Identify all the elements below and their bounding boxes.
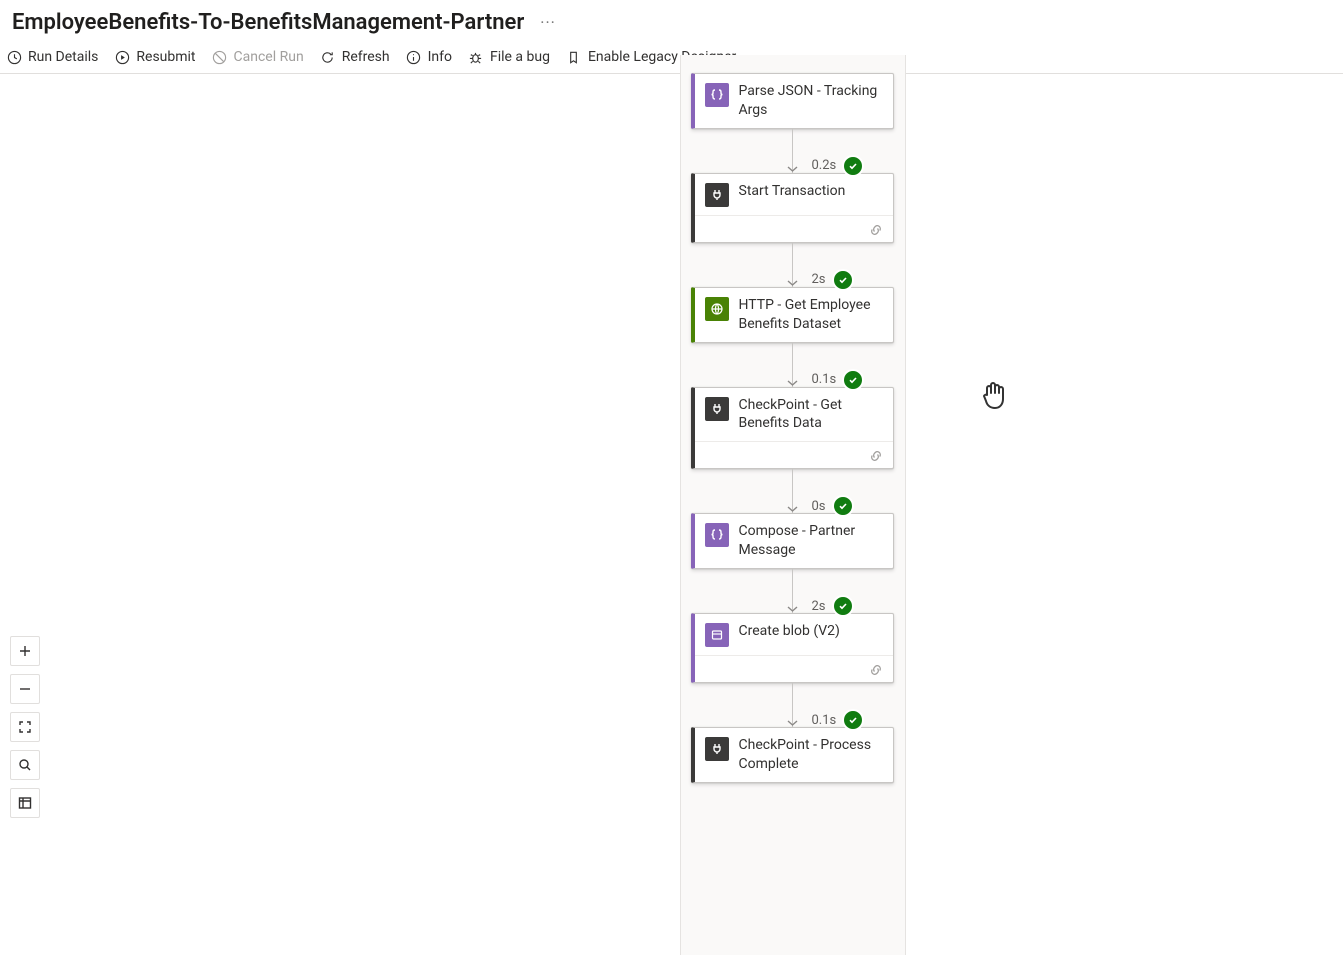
timing-badge: 2s (810, 269, 856, 291)
pan-cursor-icon (975, 375, 1015, 415)
refresh-button[interactable]: Refresh (320, 49, 390, 65)
timing-badge: 0.1s (810, 709, 867, 731)
connector: 2s (792, 569, 793, 613)
node-checkpoint-get[interactable]: CheckPoint - Get Benefits Data (691, 387, 894, 470)
timing-badge: 0s (810, 495, 856, 517)
workflow: Parse JSON - Tracking Args 0.2s Start Tr… (692, 85, 892, 783)
duration-text: 0.1s (812, 713, 837, 728)
braces-icon (705, 523, 729, 547)
toolbar: Run Details Resubmit Cancel Run Refresh (0, 41, 1343, 74)
minimap-button[interactable] (10, 788, 40, 818)
node-create-blob[interactable]: Create blob (V2) (691, 613, 894, 683)
node-http-get[interactable]: HTTP - Get Employee Benefits Dataset (691, 287, 894, 343)
resubmit-button[interactable]: Resubmit (114, 49, 195, 65)
duration-text: 0s (812, 499, 826, 514)
toolbar-label: Resubmit (136, 49, 195, 65)
success-icon (842, 155, 864, 177)
node-start-transaction[interactable]: Start Transaction (691, 173, 894, 243)
link-icon (869, 662, 883, 676)
node-parse-json[interactable]: Parse JSON - Tracking Args (691, 73, 894, 129)
success-icon (842, 709, 864, 731)
toolbar-label: Refresh (342, 49, 390, 65)
node-title: CheckPoint - Process Complete (739, 736, 883, 774)
node-footer (695, 215, 893, 242)
globe-icon (705, 297, 729, 321)
page-title: EmployeeBenefits-To-BenefitsManagement-P… (12, 10, 524, 35)
run-details-button[interactable]: Run Details (6, 49, 98, 65)
arrow-down-icon (787, 163, 798, 174)
node-compose[interactable]: Compose - Partner Message (691, 513, 894, 569)
bug-icon (468, 49, 484, 65)
duration-text: 0.2s (812, 158, 837, 173)
connector: 0.1s (792, 683, 793, 727)
node-title: CheckPoint - Get Benefits Data (739, 396, 883, 434)
plug-icon (705, 183, 729, 207)
toolbar-label: Info (428, 49, 452, 65)
bookmark-icon (566, 49, 582, 65)
arrow-down-icon (787, 503, 798, 514)
arrow-down-icon (787, 717, 798, 728)
node-footer (695, 441, 893, 468)
title-bar: EmployeeBenefits-To-BenefitsManagement-P… (0, 0, 1343, 41)
arrow-down-icon (787, 377, 798, 388)
link-icon (869, 448, 883, 462)
node-title: HTTP - Get Employee Benefits Dataset (739, 296, 883, 334)
node-title: Start Transaction (739, 182, 846, 201)
search-button[interactable] (10, 750, 40, 780)
arrow-down-icon (787, 277, 798, 288)
node-title: Parse JSON - Tracking Args (739, 82, 883, 120)
cancel-run-button: Cancel Run (212, 49, 304, 65)
connector: 2s (792, 243, 793, 287)
duration-text: 2s (812, 599, 826, 614)
info-button[interactable]: Info (406, 49, 452, 65)
timing-badge: 2s (810, 595, 856, 617)
duration-text: 2s (812, 272, 826, 287)
refresh-icon (320, 49, 336, 65)
info-icon (406, 49, 422, 65)
link-icon (869, 222, 883, 236)
node-checkpoint-complete[interactable]: CheckPoint - Process Complete (691, 727, 894, 783)
connector: 0.1s (792, 343, 793, 387)
node-title: Compose - Partner Message (739, 522, 883, 560)
success-icon (842, 369, 864, 391)
timing-badge: 0.1s (810, 369, 867, 391)
zoom-controls (10, 636, 40, 818)
plug-icon (705, 737, 729, 761)
braces-icon (705, 83, 729, 107)
file-bug-button[interactable]: File a bug (468, 49, 550, 65)
toolbar-label: File a bug (490, 49, 550, 65)
timing-badge: 0.2s (810, 155, 867, 177)
arrow-down-icon (787, 603, 798, 614)
fit-screen-button[interactable] (10, 712, 40, 742)
success-icon (832, 495, 854, 517)
success-icon (832, 595, 854, 617)
success-icon (832, 269, 854, 291)
zoom-in-button[interactable] (10, 636, 40, 666)
toolbar-label: Run Details (28, 49, 98, 65)
designer-canvas[interactable]: Parse JSON - Tracking Args 0.2s Start Tr… (0, 95, 1343, 830)
replay-icon (114, 49, 130, 65)
title-more-icon[interactable]: ··· (540, 13, 556, 32)
connector: 0s (792, 469, 793, 513)
duration-text: 0.1s (812, 372, 837, 387)
plug-icon (705, 397, 729, 421)
connector: 0.2s (792, 129, 793, 173)
clock-icon (6, 49, 22, 65)
storage-icon (705, 623, 729, 647)
node-title: Create blob (V2) (739, 622, 840, 641)
node-footer (695, 655, 893, 682)
toolbar-label: Cancel Run (234, 49, 304, 65)
cancel-icon (212, 49, 228, 65)
zoom-out-button[interactable] (10, 674, 40, 704)
